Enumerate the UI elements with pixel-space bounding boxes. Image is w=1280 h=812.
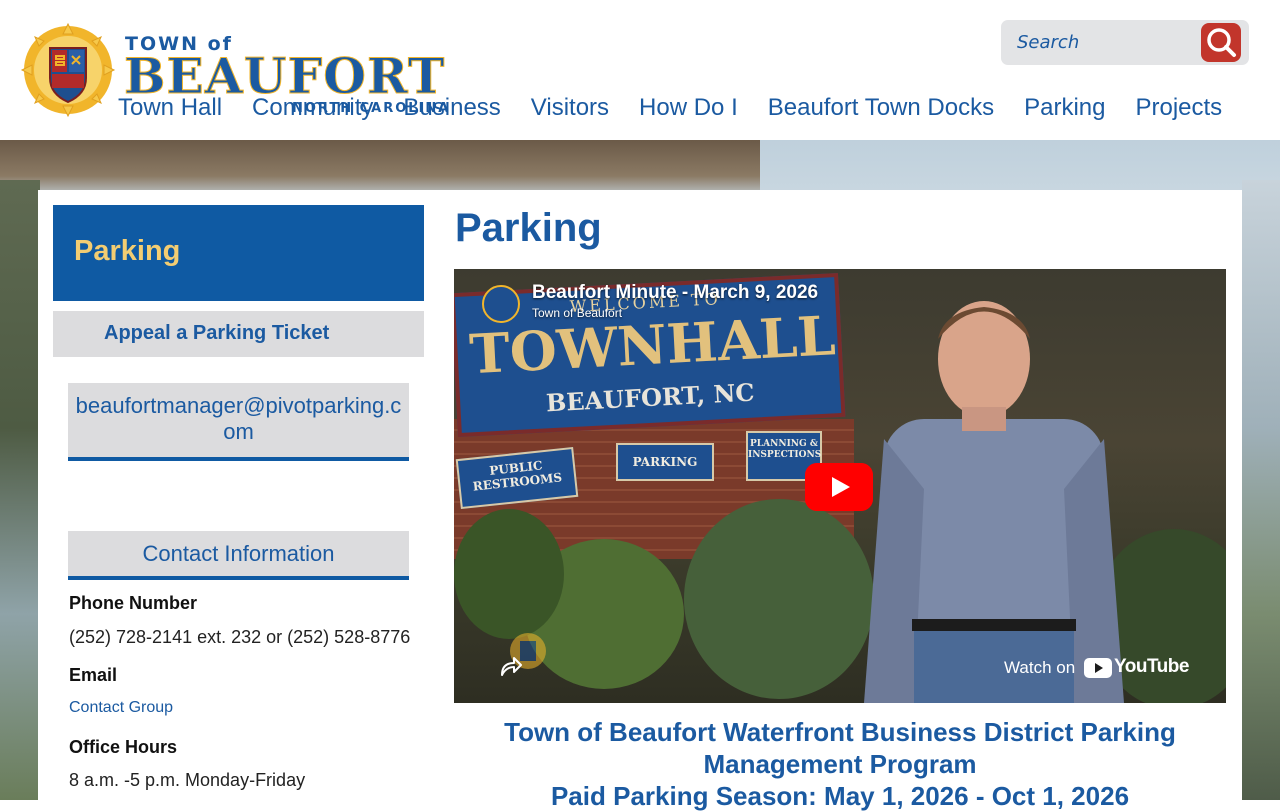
email-link[interactable]: beaufortmanager@pivotparking.com bbox=[68, 393, 409, 445]
sign-planning-line2: INSPECTIONS bbox=[748, 450, 822, 460]
presenter-figure bbox=[864, 301, 1124, 703]
beaufort-watermark-logo bbox=[510, 633, 546, 669]
youtube-logo-icon: YouTube bbox=[1084, 656, 1220, 679]
search-button[interactable] bbox=[1201, 23, 1241, 62]
video-player[interactable]: WELCOME TO TOWNHALL BEAUFORT, NC PUBLIC … bbox=[454, 269, 1226, 703]
video-channel-name[interactable]: Town of Beaufort bbox=[532, 306, 622, 320]
channel-avatar[interactable] bbox=[482, 285, 520, 323]
nav-how-do-i[interactable]: How Do I bbox=[639, 92, 738, 126]
bush-shape bbox=[454, 509, 564, 639]
email-label: Email bbox=[69, 665, 118, 685]
hero-left-scenery bbox=[0, 180, 40, 800]
sidebar-title: Parking bbox=[74, 235, 181, 267]
contact-group-link[interactable]: Contact Group bbox=[69, 699, 173, 717]
page-title: Parking bbox=[455, 206, 602, 250]
appeal-parking-ticket-label: Appeal a Parking Ticket bbox=[104, 322, 330, 344]
sign-parking: PARKING bbox=[616, 443, 714, 481]
search-icon bbox=[1207, 28, 1236, 57]
contact-information-title: Contact Information bbox=[142, 541, 335, 566]
nav-projects[interactable]: Projects bbox=[1135, 92, 1222, 126]
youtube-wordmark: YouTube bbox=[1114, 656, 1189, 677]
nav-parking[interactable]: Parking bbox=[1024, 92, 1105, 126]
headline-line-2: Management Program bbox=[703, 749, 977, 779]
program-headline: Town of Beaufort Waterfront Business Dis… bbox=[454, 716, 1226, 812]
watch-on-label: Watch on bbox=[1004, 658, 1076, 677]
search-input[interactable] bbox=[1001, 20, 1207, 65]
nav-community[interactable]: Community bbox=[252, 92, 373, 126]
play-icon[interactable] bbox=[805, 463, 873, 511]
site-header: TOWN of BEAUFORT NORTH CAROLINA Town Hal… bbox=[0, 0, 1280, 140]
main-nav: Town Hall Community Business Visitors Ho… bbox=[118, 92, 1222, 126]
email-link-box[interactable]: beaufortmanager@pivotparking.com bbox=[68, 383, 409, 461]
hero-right-scenery bbox=[1242, 180, 1280, 800]
office-hours-value: 8 a.m. -5 p.m. Monday-Friday bbox=[69, 770, 306, 790]
sign-planning-line1: PLANNING & bbox=[750, 439, 818, 449]
headline-line-1: Town of Beaufort Waterfront Business Dis… bbox=[504, 717, 1176, 747]
video-title[interactable]: Beaufort Minute - March 9, 2026 bbox=[532, 282, 818, 304]
sidebar-title-block: Parking bbox=[53, 205, 424, 301]
phone-value: (252) 728-2141 ext. 232 or (252) 528-877… bbox=[69, 627, 411, 647]
nav-beaufort-town-docks[interactable]: Beaufort Town Docks bbox=[768, 92, 994, 126]
nav-business[interactable]: Business bbox=[403, 92, 500, 126]
town-seal-icon[interactable] bbox=[20, 22, 116, 118]
nav-visitors[interactable]: Visitors bbox=[531, 92, 609, 126]
nav-town-hall[interactable]: Town Hall bbox=[118, 92, 222, 126]
youtube-play-icon bbox=[1084, 658, 1112, 678]
share-icon[interactable] bbox=[498, 655, 522, 677]
office-hours-label: Office Hours bbox=[69, 737, 178, 757]
appeal-parking-ticket-link[interactable]: Appeal a Parking Ticket bbox=[53, 311, 424, 357]
headline-line-3: Paid Parking Season: May 1, 2026 - Oct 1… bbox=[550, 781, 1130, 811]
phone-label: Phone Number bbox=[69, 593, 198, 613]
contact-information-header: Contact Information bbox=[68, 531, 409, 580]
